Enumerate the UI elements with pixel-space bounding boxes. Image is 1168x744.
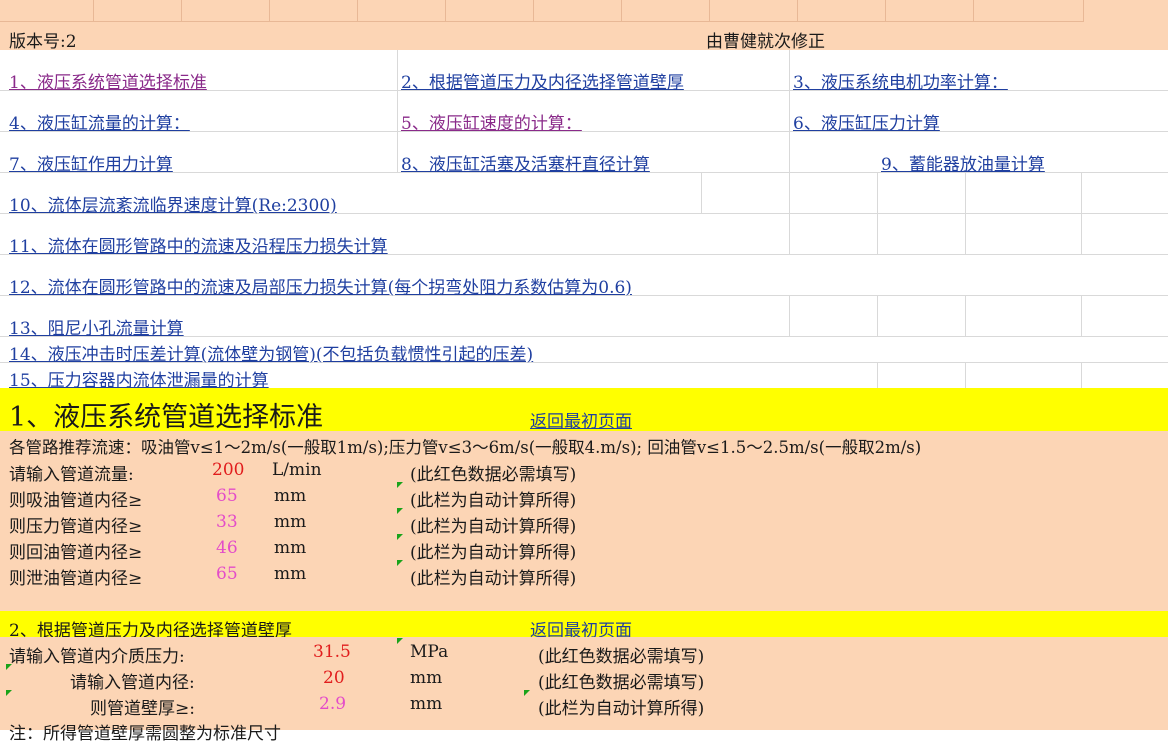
grid-line: [1081, 172, 1082, 254]
s1-row5-label: 则泄油管道内径≥: [9, 569, 143, 589]
index-link-11[interactable]: 11、流体在圆形管路中的流速及沿程压力损失计算: [9, 232, 388, 257]
grid-cell: [446, 0, 534, 22]
index-link-2[interactable]: 2、根据管道压力及内径选择管道壁厚: [401, 68, 684, 93]
grid-line: [965, 172, 966, 254]
grid-cell: [534, 0, 622, 22]
s1-row4-note: (此栏为自动计算所得): [410, 543, 577, 563]
s1-return-diameter-value: 46: [216, 538, 238, 558]
index-link-4[interactable]: 4、液压缸流量的计算：: [9, 109, 190, 134]
grid-cell: [182, 0, 270, 22]
s2-diameter-input[interactable]: 20: [323, 668, 345, 688]
s2-footnote: 注：所得管道壁厚需圆整为标准尺寸: [9, 724, 281, 744]
s1-row5-note: (此栏为自动计算所得): [410, 569, 577, 589]
s1-row2-note: (此栏为自动计算所得): [410, 491, 577, 511]
s2-row2-label: 请输入管道内径:: [70, 673, 195, 693]
grid-line: [965, 362, 966, 388]
cell-comment-marker: [6, 664, 12, 670]
index-link-14[interactable]: 14、液压冲击时压差计算(流体壁为钢管)(不包括负载惯性引起的压差): [9, 340, 533, 365]
s1-row2-unit: mm: [274, 486, 307, 506]
s2-row3-note: (此栏为自动计算所得): [538, 699, 705, 719]
s1-row5-unit: mm: [274, 564, 307, 584]
index-link-1[interactable]: 1、液压系统管道选择标准: [9, 68, 207, 93]
section1-recommendation: 各管路推荐流速：吸油管v≤1～2m/s(一般取1m/s);压力管v≤3～6m/s…: [9, 438, 922, 457]
grid-cell: [270, 0, 358, 22]
grid-line: [877, 295, 878, 336]
grid-cell: [622, 0, 710, 22]
s2-pressure-input[interactable]: 31.5: [313, 642, 351, 662]
index-link-10[interactable]: 10、流体层流紊流临界速度计算(Re:2300): [9, 191, 337, 216]
grid-line: [701, 172, 702, 213]
section1-body: [0, 431, 1168, 611]
s2-row1-note: (此红色数据必需填写): [538, 647, 705, 667]
s1-row3-unit: mm: [274, 512, 307, 532]
s1-suction-diameter-value: 65: [216, 486, 238, 506]
index-link-7[interactable]: 7、液压缸作用力计算: [9, 150, 173, 175]
grid-cell: [94, 0, 182, 22]
grid-line: [789, 50, 790, 172]
index-link-13[interactable]: 13、阻尼小孔流量计算: [9, 314, 184, 339]
s1-row4-label: 则回油管道内径≥: [9, 543, 143, 563]
cell-comment-marker: [524, 690, 530, 696]
grid-cell: [886, 0, 974, 22]
s2-row2-unit: mm: [410, 668, 443, 688]
s1-row4-unit: mm: [274, 538, 307, 558]
s1-pressure-diameter-value: 33: [216, 512, 238, 532]
grid-line: [397, 50, 398, 172]
corrected-by-label: 由曹健就次修正: [706, 32, 825, 52]
cell-comment-marker: [397, 560, 403, 566]
s1-row1-unit: L/min: [272, 460, 322, 480]
grid-line: [965, 295, 966, 336]
section1-back-link[interactable]: 返回最初页面: [530, 407, 632, 432]
s2-row1-label: 请输入管道内介质压力:: [9, 647, 185, 667]
grid-cell: [974, 0, 1084, 22]
s1-drain-diameter-value: 65: [216, 564, 238, 584]
cell-comment-marker: [397, 638, 403, 644]
s1-row3-label: 则压力管道内径≥: [9, 517, 143, 537]
s2-wall-thickness-value: 2.9: [319, 694, 347, 714]
version-label: 版本号:2: [9, 32, 77, 52]
s2-row1-unit: MPa: [410, 642, 449, 662]
grid-line: [789, 295, 790, 336]
s1-row1-label: 请输入管道流量:: [9, 465, 134, 485]
s2-row2-note: (此红色数据必需填写): [538, 673, 705, 693]
s2-row3-unit: mm: [410, 694, 443, 714]
grid-line: [789, 172, 790, 254]
index-link-6[interactable]: 6、液压缸压力计算: [793, 109, 940, 134]
index-link-5[interactable]: 5、液压缸速度的计算：: [401, 109, 582, 134]
s1-row2-label: 则吸油管道内径≥: [9, 491, 143, 511]
s1-row3-note: (此栏为自动计算所得): [410, 517, 577, 537]
grid-cell: [710, 0, 798, 22]
s1-flow-input[interactable]: 200: [212, 460, 244, 480]
s1-row1-note: (此红色数据必需填写): [410, 465, 577, 485]
grid-cell: [798, 0, 886, 22]
index-link-3[interactable]: 3、液压系统电机功率计算：: [793, 68, 1008, 93]
grid-line: [877, 172, 878, 254]
index-link-8[interactable]: 8、液压缸活塞及活塞杆直径计算: [401, 150, 650, 175]
index-link-9[interactable]: 9、蓄能器放油量计算: [881, 150, 1045, 175]
cell-comment-marker: [397, 534, 403, 540]
s2-row3-label: 则管道壁厚≥:: [90, 699, 195, 719]
section1-title: 1、液压系统管道选择标准: [9, 402, 324, 433]
grid-line: [1081, 362, 1082, 388]
cell-comment-marker: [397, 508, 403, 514]
grid-cell: [0, 0, 94, 22]
grid-cell: [358, 0, 446, 22]
grid-line: [1081, 295, 1082, 336]
cell-comment-marker: [6, 690, 12, 696]
grid-line: [877, 362, 878, 388]
cell-comment-marker: [397, 482, 403, 488]
index-link-12[interactable]: 12、流体在圆形管路中的流速及局部压力损失计算(每个拐弯处阻力系数估算为0.6): [9, 273, 632, 298]
